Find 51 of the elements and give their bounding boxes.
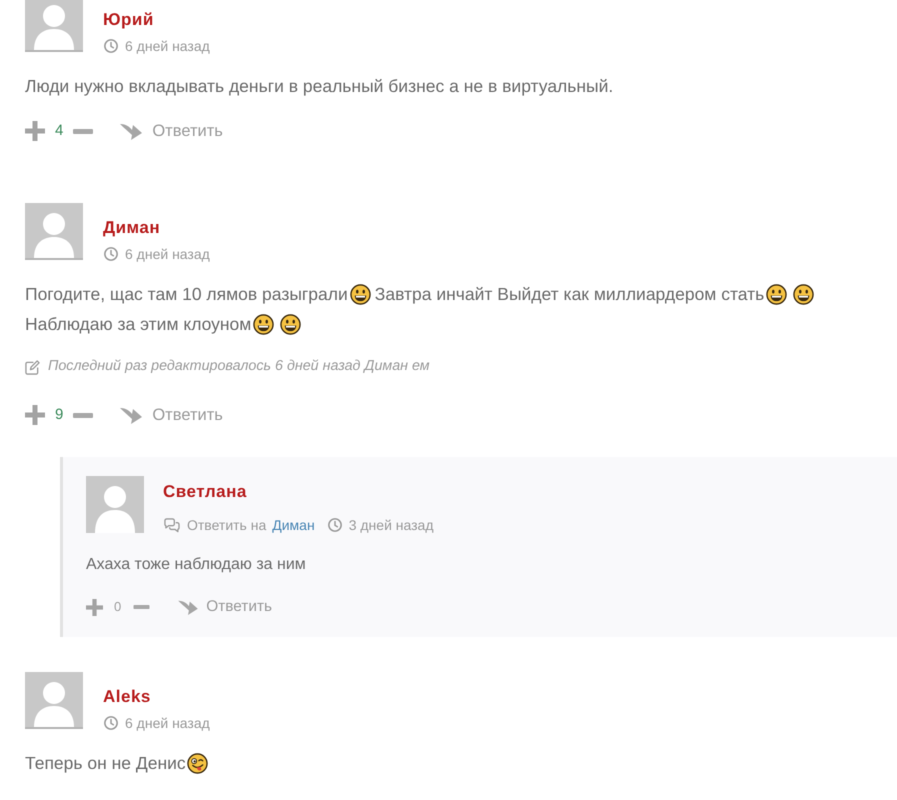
vote-score: 0 xyxy=(114,598,122,616)
downvote-button[interactable] xyxy=(73,128,94,134)
speech-bubbles-icon xyxy=(163,518,180,532)
clock-icon xyxy=(104,247,118,261)
curved-arrow-icon xyxy=(178,599,198,615)
comment-text: Погодите, щас там 10 лямов разыграли xyxy=(25,284,348,304)
comment-text: Завтра инчайт Выйдет как миллиардером стать xyxy=(374,284,764,304)
vote-score: 4 xyxy=(55,120,64,141)
avatar-placeholder xyxy=(25,203,83,260)
comment-text: Теперь он не Денис xyxy=(25,753,186,773)
author-name[interactable]: Юрий xyxy=(103,9,210,31)
minus-icon xyxy=(73,412,94,418)
vote-score: 9 xyxy=(55,404,64,425)
grinning-emoji-icon xyxy=(350,284,371,305)
plus-icon xyxy=(25,121,45,141)
author-name[interactable]: Диман xyxy=(103,217,210,239)
comment-time: 6 дней назад xyxy=(125,714,210,732)
upvote-button[interactable] xyxy=(86,598,103,616)
winking-tongue-emoji-icon xyxy=(186,753,208,774)
comment-text: Наблюдаю за этим клоуном xyxy=(25,314,252,334)
comment-text: Люди нужно вкладывать деньги в реальный бизнес а не в виртуальный. xyxy=(25,76,614,96)
grinning-emoji-icon xyxy=(766,284,788,305)
minus-icon xyxy=(133,605,150,609)
edit-note: Последний раз редактировалось 6 дней назад Диман ем xyxy=(48,357,430,376)
clock-icon xyxy=(328,518,342,532)
comment-time: 6 дней назад xyxy=(125,37,210,55)
comment-text: Ахаха тоже наблюдаю за ним xyxy=(86,556,306,573)
reply-to-link[interactable]: Диман xyxy=(272,516,315,534)
curved-arrow-icon xyxy=(120,122,142,140)
minus-icon xyxy=(73,128,94,134)
grinning-emoji-icon xyxy=(280,314,302,335)
upvote-button[interactable] xyxy=(25,405,45,425)
curved-arrow-icon xyxy=(120,406,142,424)
author-name[interactable]: Светлана xyxy=(163,481,434,503)
reply-to-label: Ответить на xyxy=(187,516,266,534)
author-name[interactable]: Aleks xyxy=(103,686,210,708)
clock-icon xyxy=(104,716,118,730)
comment-time: 6 дней назад xyxy=(125,245,210,263)
avatar-placeholder xyxy=(25,0,83,52)
downvote-button[interactable] xyxy=(133,605,150,609)
clock-icon xyxy=(104,39,118,53)
avatar-placeholder xyxy=(86,476,144,533)
downvote-button[interactable] xyxy=(73,412,94,418)
upvote-button[interactable] xyxy=(25,121,45,141)
edit-icon xyxy=(25,360,40,374)
grinning-emoji-icon xyxy=(253,314,274,335)
plus-icon xyxy=(86,598,103,616)
plus-icon xyxy=(25,405,45,425)
avatar-placeholder xyxy=(25,672,83,729)
grinning-emoji-icon xyxy=(793,284,814,305)
comment-time: 3 дней назад xyxy=(348,516,434,534)
